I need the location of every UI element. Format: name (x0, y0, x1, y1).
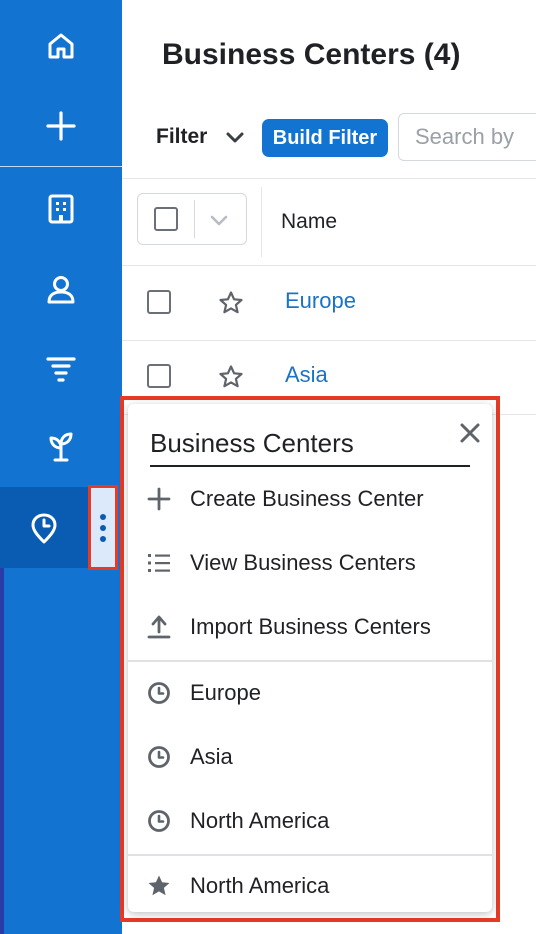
sidebar-item-contacts[interactable] (0, 252, 122, 328)
business-center-icon (31, 513, 57, 543)
column-header-name[interactable]: Name (281, 210, 337, 234)
menu-item-label: View Business Centers (190, 550, 416, 575)
menu-item-label: North America (190, 808, 330, 833)
menu-item-import-business-centers[interactable]: Import Business Centers (128, 597, 492, 657)
record-link[interactable]: Asia (285, 362, 328, 388)
menu-title: Business Centers (150, 428, 354, 458)
menu-item-recent-record[interactable]: North America (128, 791, 492, 851)
contact-icon (47, 276, 75, 304)
row-checkbox[interactable] (147, 364, 171, 388)
sidebar-item-opportunities[interactable] (0, 330, 122, 406)
sidebar-nav (0, 0, 122, 934)
table-row: Europe (122, 266, 536, 341)
plus-icon (46, 111, 76, 141)
sprout-icon (49, 432, 73, 462)
menu-item-label: North America (190, 873, 330, 898)
sidebar-item-business-centers[interactable] (0, 487, 88, 568)
plus-icon (147, 487, 171, 511)
upload-icon (147, 615, 171, 639)
search-input[interactable] (398, 113, 536, 161)
star-outline-icon[interactable] (218, 290, 244, 316)
clock-icon (148, 810, 170, 832)
mass-select-control[interactable] (137, 193, 247, 245)
sidebar-more-menu-button[interactable] (88, 485, 118, 570)
column-divider (261, 187, 262, 257)
funnel-icon (46, 357, 76, 382)
menu-divider (128, 660, 492, 662)
table-top-border (122, 178, 536, 179)
building-icon (48, 194, 74, 224)
sidebar-item-home[interactable] (0, 10, 122, 82)
menu-item-label: Europe (190, 680, 261, 705)
menu-item-view-business-centers[interactable]: View Business Centers (128, 533, 492, 593)
menu-title-underline (150, 465, 470, 467)
business-centers-menu: Business Centers Create Business Center … (128, 404, 492, 912)
menu-item-create-business-center[interactable]: Create Business Center (128, 469, 492, 529)
business-centers-menu-highlight: Business Centers Create Business Center … (120, 396, 500, 922)
record-link[interactable]: Europe (285, 288, 356, 314)
sidebar-item-quick-create[interactable] (0, 88, 122, 164)
chevron-down-icon[interactable] (224, 126, 246, 148)
sidebar-bottom-edge (0, 568, 4, 934)
filter-dropdown[interactable]: Filter (156, 125, 207, 149)
star-icon (148, 875, 170, 896)
mass-select-divider (194, 200, 195, 238)
row-checkbox[interactable] (147, 290, 171, 314)
select-all-checkbox[interactable] (154, 207, 178, 231)
menu-item-recent-record[interactable]: Europe (128, 663, 492, 723)
menu-item-label: Create Business Center (190, 486, 424, 511)
menu-item-label: Asia (190, 744, 233, 769)
sidebar-divider (0, 166, 122, 167)
clock-icon (148, 746, 170, 768)
close-icon[interactable] (458, 421, 482, 445)
list-icon (148, 554, 170, 572)
kebab-icon (100, 513, 106, 542)
sidebar-item-accounts[interactable] (0, 172, 122, 246)
sidebar-item-leads[interactable] (0, 408, 122, 484)
menu-item-recent-record[interactable]: Asia (128, 727, 492, 787)
menu-item-favorite-record[interactable]: North America (128, 856, 492, 916)
home-icon (48, 33, 74, 59)
build-filter-button[interactable]: Build Filter (262, 119, 388, 157)
menu-item-label: Import Business Centers (190, 614, 431, 639)
chevron-down-icon[interactable] (208, 209, 230, 231)
clock-icon (148, 682, 170, 704)
star-outline-icon[interactable] (218, 364, 244, 390)
page-title: Business Centers (4) (162, 38, 461, 71)
